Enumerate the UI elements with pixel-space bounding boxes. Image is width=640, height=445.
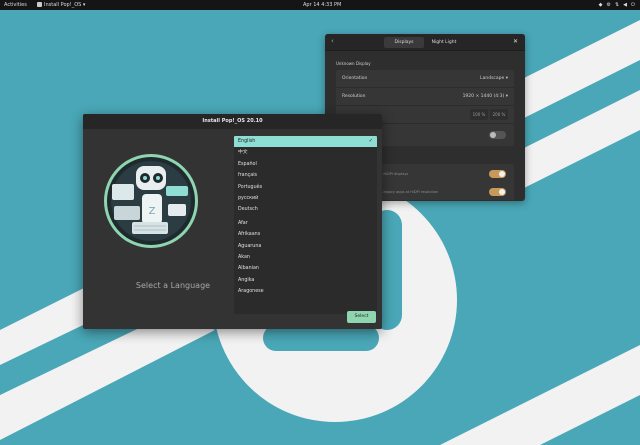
installer-app-icon <box>37 1 42 7</box>
popshop-icon[interactable]: ◆ <box>599 0 603 10</box>
tab-night-light[interactable]: Night Light <box>424 37 464 48</box>
select-button[interactable]: Select <box>347 311 376 323</box>
language-list[interactable]: English ✓ 中文 Español français Português р… <box>234 136 377 314</box>
activities-button[interactable]: Activities <box>4 0 27 10</box>
resolution-dropdown[interactable]: 1920 × 1440 (4:3) ▾ <box>463 94 508 99</box>
clock[interactable]: Apr 14 4:33 PM <box>303 0 341 10</box>
language-item-albanian[interactable]: Albanian <box>234 263 377 274</box>
app-menu-button[interactable]: Install Pop!_OS ▾ <box>37 0 85 10</box>
tab-displays[interactable]: Displays <box>384 37 424 48</box>
system-tray[interactable]: ◆ ⚙ ⇅ ◀ ⏻ <box>599 0 635 10</box>
language-item-russian[interactable]: русский <box>234 193 377 204</box>
close-icon[interactable]: ✕ <box>513 38 518 45</box>
installer-window: Install Pop!_OS 20.10 Z Select a Languag… <box>83 114 382 329</box>
fractional-scaling-label: …HiDPI displays <box>380 172 409 176</box>
language-item-afrikaans[interactable]: Afrikaans <box>234 229 377 240</box>
language-item-portuguese[interactable]: Português <box>234 182 377 193</box>
language-item-aguaruna[interactable]: Aguaruna <box>234 241 377 252</box>
language-item-afar[interactable]: Afar <box>234 218 377 229</box>
legacy-apps-label: …legacy apps at HiDPI resolution <box>380 190 439 194</box>
orientation-row[interactable]: Orientation Landscape ▾ <box>336 70 514 88</box>
robot-illustration: Z <box>104 154 198 248</box>
orientation-label: Orientation <box>342 76 368 81</box>
language-label: English <box>238 139 256 144</box>
orientation-value: Landscape <box>480 76 505 81</box>
power-icon[interactable]: ⏻ <box>631 0 635 10</box>
checkmark-icon: ✓ <box>368 138 373 144</box>
installer-title: Install Pop!_OS 20.10 <box>83 114 382 129</box>
language-item-spanish[interactable]: Español <box>234 159 377 170</box>
language-item-german[interactable]: Deutsch <box>234 204 377 215</box>
settings-tabs: Displays Night Light <box>384 37 464 48</box>
orientation-dropdown[interactable]: Landscape ▾ <box>480 76 508 81</box>
fractional-scaling-toggle[interactable] <box>489 170 506 178</box>
svg-text:Z: Z <box>149 206 156 217</box>
settings-icon[interactable]: ⚙ <box>606 0 610 10</box>
network-icon[interactable]: ⇅ <box>615 0 619 10</box>
language-item-french[interactable]: français <box>234 170 377 181</box>
resolution-value: 1920 × 1440 (4:3) <box>462 94 505 99</box>
language-item-aragonese[interactable]: Aragonese <box>234 286 377 297</box>
language-item-chinese[interactable]: 中文 <box>234 147 377 158</box>
display-section-title: Unknown Display <box>336 61 371 66</box>
resolution-row[interactable]: Resolution 1920 × 1440 (4:3) ▾ <box>336 88 514 106</box>
top-bar: Activities Install Pop!_OS ▾ Apr 14 4:33… <box>0 0 640 10</box>
toggle-switch[interactable] <box>489 131 506 139</box>
scale-selector[interactable]: 100 % 200 % <box>470 109 508 120</box>
language-item-angika[interactable]: Angika <box>234 275 377 286</box>
language-item-english[interactable]: English ✓ <box>234 136 377 148</box>
language-item-akan[interactable]: Akan <box>234 252 377 263</box>
scale-option-200[interactable]: 200 % <box>490 109 508 120</box>
select-language-heading: Select a Language <box>135 281 211 290</box>
resolution-label: Resolution <box>342 94 366 99</box>
volume-icon[interactable]: ◀ <box>623 0 627 10</box>
back-arrow-icon[interactable]: ‹ <box>331 37 334 45</box>
scale-option-100[interactable]: 100 % <box>470 109 488 120</box>
app-menu-label: Install Pop!_OS <box>44 2 82 8</box>
settings-header-bar: ‹ Displays Night Light ✕ <box>325 34 525 51</box>
legacy-apps-toggle[interactable] <box>489 188 506 196</box>
